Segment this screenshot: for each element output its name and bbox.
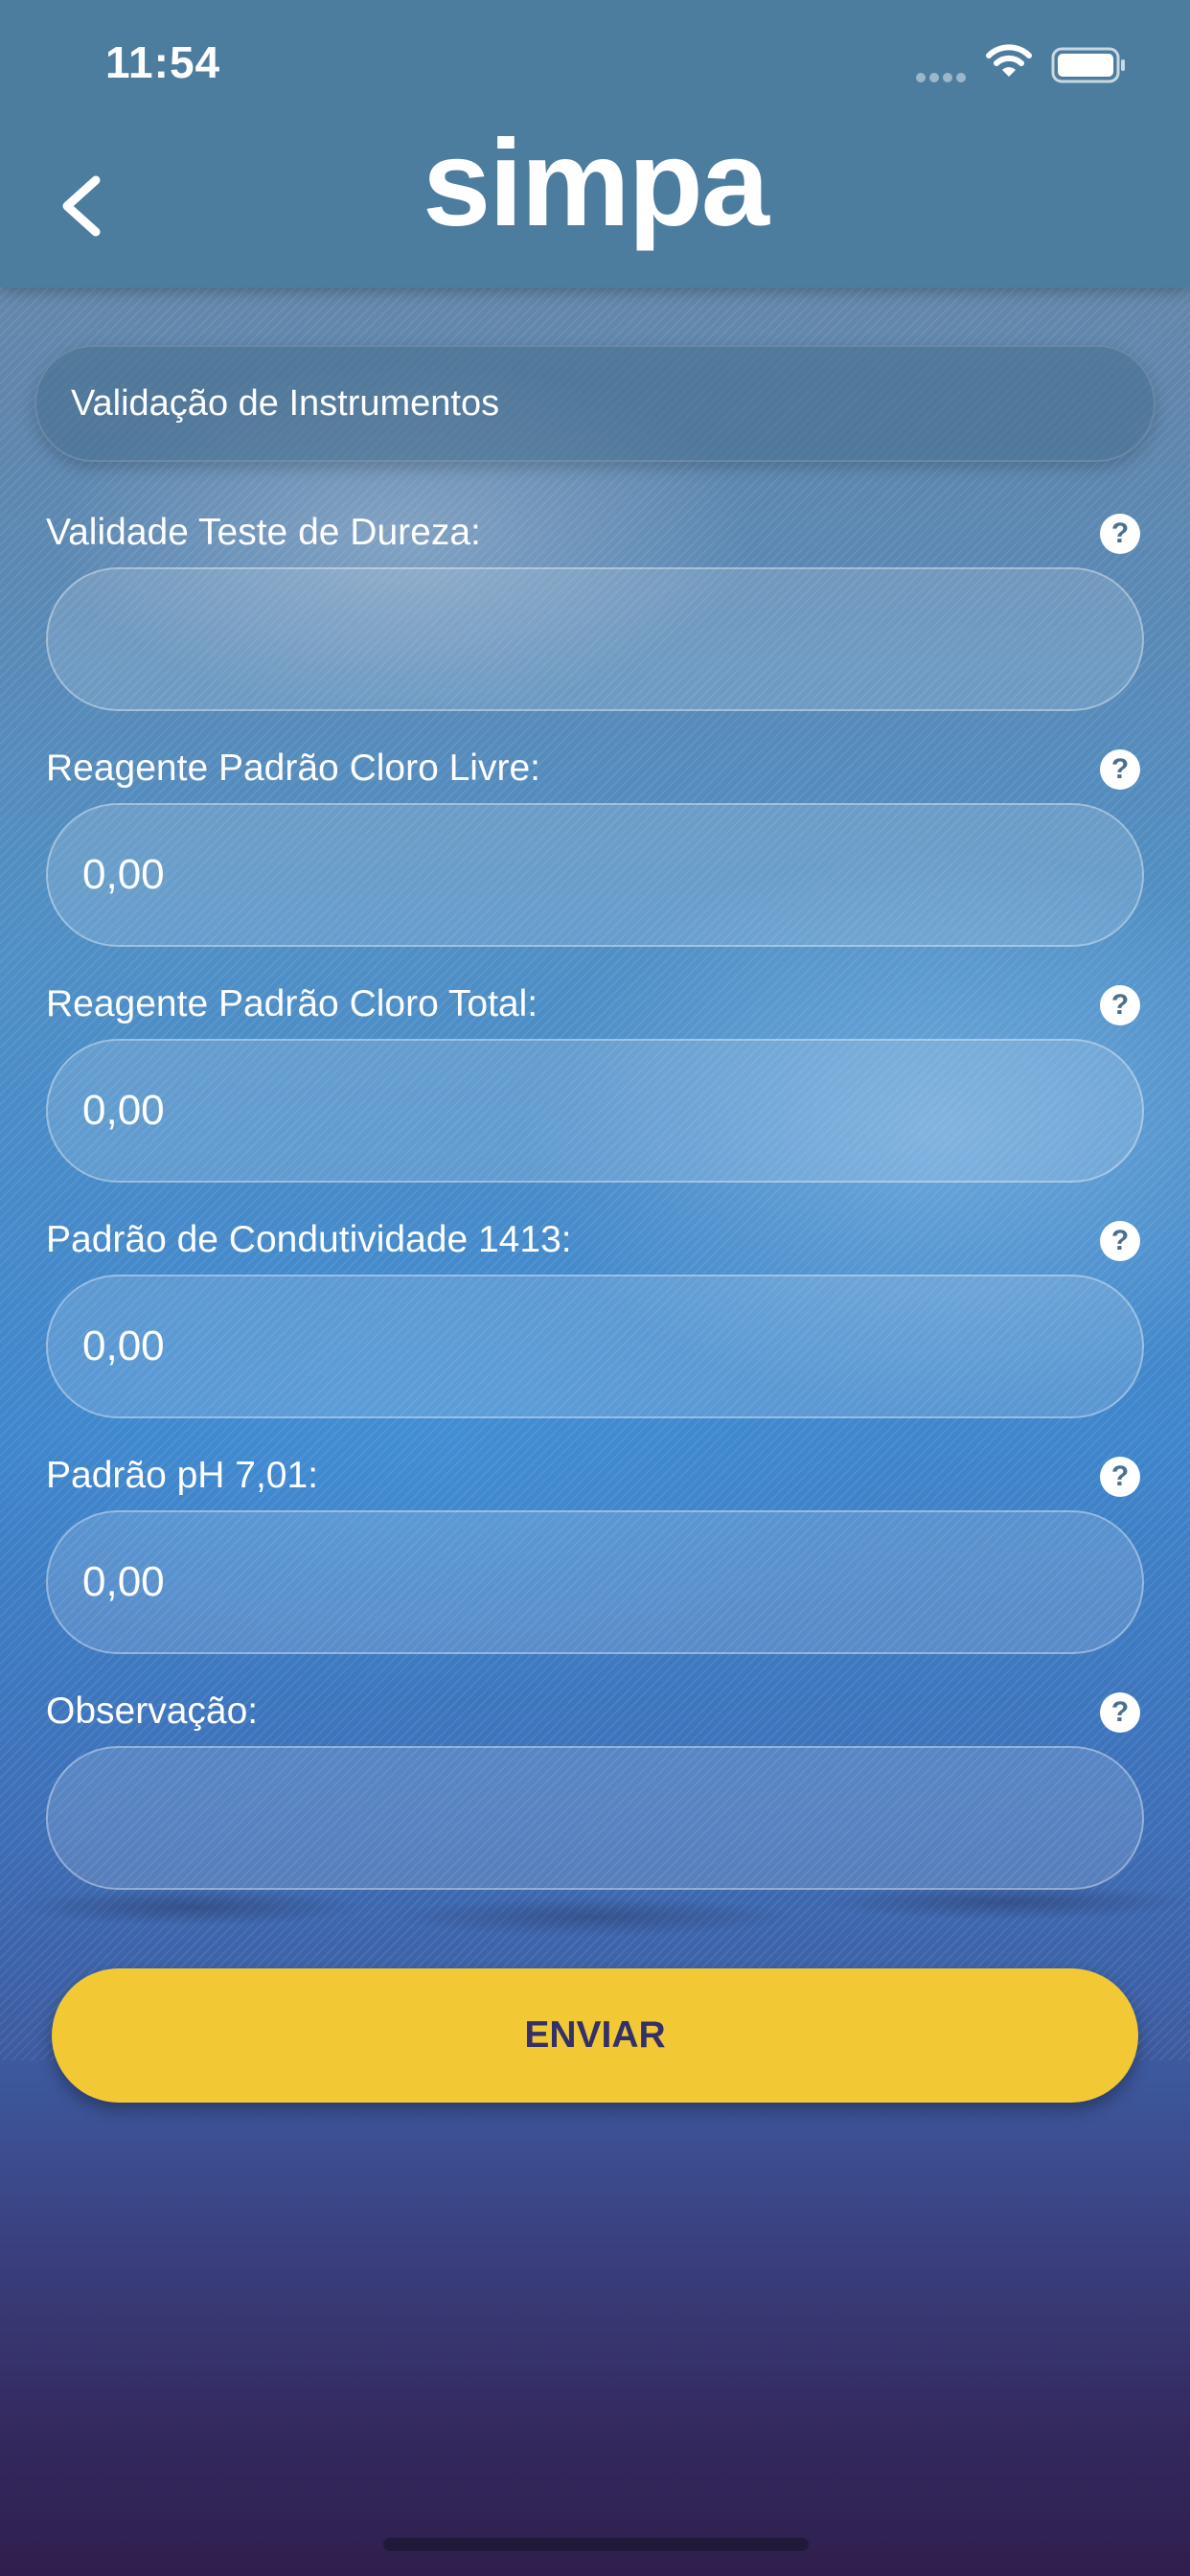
section-title: Validação de Instrumentos [34, 345, 1156, 462]
help-icon[interactable]: ? [1100, 1457, 1140, 1497]
help-icon[interactable]: ? [1100, 985, 1140, 1025]
wifi-icon [986, 44, 1032, 77]
home-indicator [383, 2538, 809, 2551]
field-label-ph: Padrão pH 7,01: [46, 1455, 319, 1496]
field-label-cloro-livre: Reagente Padrão Cloro Livre: [46, 748, 540, 789]
input-condutividade[interactable]: 0,00 [46, 1275, 1144, 1418]
submit-button[interactable]: ENVIAR [52, 1968, 1138, 2103]
battery-icon [1051, 47, 1125, 83]
app-logo: simpa [423, 115, 769, 252]
app-header: 11:54 simpa [0, 0, 1190, 288]
input-observacao[interactable] [46, 1746, 1144, 1890]
field-label-observacao: Observação: [46, 1690, 259, 1732]
input-ph[interactable]: 0,00 [46, 1510, 1144, 1654]
cellular-signal-icon [916, 70, 970, 87]
field-label-cloro-total: Reagente Padrão Cloro Total: [46, 983, 538, 1024]
field-label-condutividade: Padrão de Condutividade 1413: [46, 1219, 572, 1260]
input-validade-teste-dureza[interactable] [46, 567, 1144, 711]
help-icon[interactable]: ? [1100, 514, 1140, 554]
input-cloro-total[interactable]: 0,00 [46, 1039, 1144, 1183]
status-time: 11:54 [105, 37, 221, 87]
input-cloro-livre[interactable]: 0,00 [46, 803, 1144, 947]
help-icon[interactable]: ? [1100, 1692, 1140, 1733]
help-icon[interactable]: ? [1100, 749, 1140, 790]
help-icon[interactable]: ? [1100, 1221, 1140, 1261]
field-label-dureza: Validade Teste de Dureza: [46, 512, 481, 553]
